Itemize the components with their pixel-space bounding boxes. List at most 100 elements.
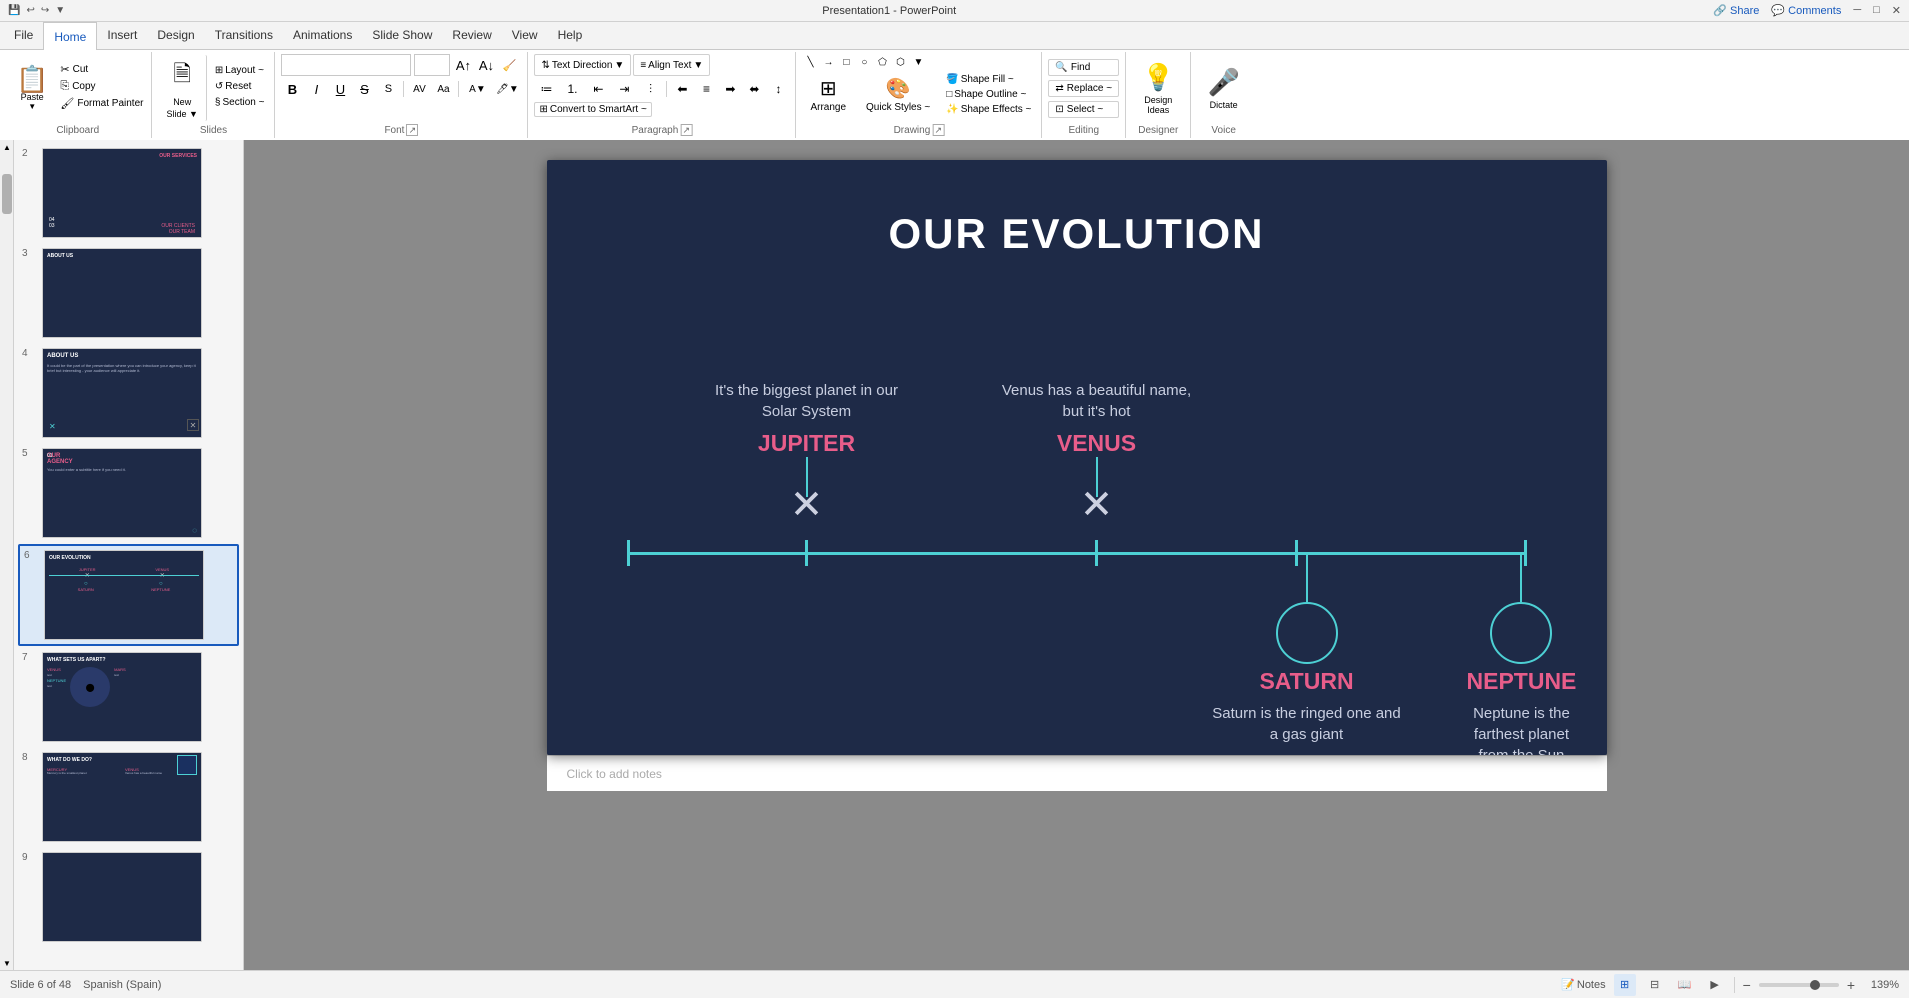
highlight-button[interactable]: 🖊▼ (493, 79, 521, 99)
slide-thumb-9[interactable]: 9 (18, 848, 239, 946)
venus-name: VENUS (997, 430, 1197, 457)
design-ideas-button[interactable]: 💡 DesignIdeas (1132, 58, 1184, 119)
tab-review[interactable]: Review (442, 21, 501, 49)
line-shape[interactable]: ╲ (802, 54, 818, 70)
voice-label: Voice (1211, 125, 1235, 136)
font-family-input[interactable] (281, 54, 411, 76)
tab-view[interactable]: View (502, 21, 548, 49)
notes-button[interactable]: 📝 Notes (1561, 978, 1605, 991)
tab-insert[interactable]: Insert (97, 21, 147, 49)
align-left-button[interactable]: ⬅ (671, 79, 693, 99)
share-button[interactable]: 🔗 Share (1713, 4, 1759, 17)
columns-button[interactable]: ⫶ (638, 79, 662, 99)
slide-thumb-2[interactable]: 2 OUR SERVICES 03 04 OUR CLIENTS OUR TEA… (18, 144, 239, 242)
drawing-group: ╲ → □ ○ ⬠ ⬡ ▼ ⊞ Arrange 🎨 Quick Styles ~ (796, 52, 1042, 138)
slide4-delete[interactable]: ✕ (187, 419, 199, 431)
zoom-thumb[interactable] (1810, 980, 1820, 990)
font-size-input[interactable]: 36 (414, 54, 450, 76)
cut-button[interactable]: ✂ Cut (56, 62, 147, 77)
panel-scrollbar[interactable]: ▲ ▼ (0, 140, 14, 970)
layout-button[interactable]: ⊞Layout ~ (211, 64, 269, 77)
tab-animations[interactable]: Animations (283, 21, 362, 49)
reset-button[interactable]: ↺Reset (211, 80, 269, 93)
slide-thumb-4[interactable]: 4 ABOUT US It could be the part of the p… (18, 344, 239, 442)
bullets-button[interactable]: ≔ (534, 79, 558, 99)
format-painter-button[interactable]: 🖌 Format Painter (56, 96, 147, 111)
indent-decrease-button[interactable]: ⇤ (586, 79, 610, 99)
notes-bar[interactable]: Click to add notes (547, 755, 1607, 791)
find-button[interactable]: 🔍Find (1048, 59, 1119, 76)
font-color-button[interactable]: A▼ (463, 79, 491, 99)
slide-thumb-5[interactable]: 5 OURAGENCY 01 You could enter a subtitl… (18, 444, 239, 542)
neptune-name: NEPTUNE (1467, 668, 1577, 695)
slides-label: Slides (200, 125, 227, 136)
venus-description: Venus has a beautiful name, but it's hot (1002, 382, 1191, 420)
replace-button[interactable]: ⇄Replace ~ (1048, 80, 1119, 97)
slide-thumb-7[interactable]: 7 WHAT SETS US APART? VENUS text NEPTUNE… (18, 648, 239, 746)
rect-shape[interactable]: □ (838, 54, 854, 70)
char-spacing-button[interactable]: AV (408, 79, 430, 99)
zoom-level[interactable]: 139% (1863, 979, 1899, 991)
italic-button[interactable]: I (305, 79, 327, 99)
zoom-in-button[interactable]: + (1847, 977, 1855, 993)
reading-view-button[interactable]: 📖 (1674, 974, 1696, 996)
align-text-button[interactable]: ≡Align Text▼ (633, 54, 710, 76)
dictate-button[interactable]: 🎤 Dictate (1197, 63, 1249, 114)
justify-button[interactable]: ⬌ (743, 79, 765, 99)
slideshow-button[interactable]: ▶ (1704, 974, 1726, 996)
slide-thumb-6[interactable]: 6 OUR EVOLUTION JUPITER ✕ (18, 544, 239, 646)
slide-sorter-button[interactable]: ⊟ (1644, 974, 1666, 996)
comments-button[interactable]: 💬 Comments (1771, 4, 1841, 17)
shadow-button[interactable]: S (377, 79, 399, 99)
zoom-out-button[interactable]: − (1743, 977, 1751, 993)
saturn-name: SATURN (1207, 668, 1407, 695)
line-spacing-button[interactable]: ↕ (767, 79, 789, 99)
shape-fill-button[interactable]: 🪣Shape Fill ~ (942, 73, 1035, 86)
clipboard-label: Clipboard (56, 125, 99, 136)
copy-button[interactable]: ⎘ Copy (56, 79, 147, 94)
scroll-up-arrow[interactable]: ▲ (0, 140, 14, 154)
saturn-description: Saturn is the ringed one and a gas giant (1212, 705, 1400, 743)
convert-smartart-button[interactable]: ⊞Convert to SmartArt ~ (534, 102, 651, 117)
align-right-button[interactable]: ➡ (719, 79, 741, 99)
align-center-button[interactable]: ≡ (695, 79, 717, 99)
slide-thumb-3[interactable]: 3 ABOUT US (18, 244, 239, 342)
shape-effects-button[interactable]: ✨Shape Effects ~ (942, 103, 1035, 116)
slide-info: Slide 6 of 48 (10, 979, 71, 991)
strikethrough-button[interactable]: S (353, 79, 375, 99)
paste-button[interactable]: 📋 Paste ▼ (8, 54, 56, 122)
hexagon-shape[interactable]: ⬡ (892, 54, 908, 70)
pentagon-shape[interactable]: ⬠ (874, 54, 890, 70)
select-button[interactable]: ⊡Select ~ (1048, 101, 1119, 118)
numbering-button[interactable]: 1. (560, 79, 584, 99)
more-shapes[interactable]: ▼ (910, 54, 926, 70)
tab-help[interactable]: Help (548, 21, 593, 49)
clear-format-button[interactable]: 🧹 (499, 54, 519, 76)
decrease-font-button[interactable]: A↓ (476, 54, 496, 76)
normal-view-button[interactable]: ⊞ (1614, 974, 1636, 996)
arrow-shape[interactable]: → (820, 54, 836, 70)
change-case-button[interactable]: Aa (432, 79, 454, 99)
increase-font-button[interactable]: A↑ (453, 54, 473, 76)
new-slide-button[interactable]: 🗎 New Slide ▼ (158, 55, 206, 121)
slide-thumb-8[interactable]: 8 WHAT DO WE DO? MERCURY Mercury is the … (18, 748, 239, 846)
scroll-down-arrow[interactable]: ▼ (0, 956, 14, 970)
bold-button[interactable]: B (281, 79, 303, 99)
section-button[interactable]: §Section ~ (211, 96, 269, 109)
quick-styles-button[interactable]: 🎨 Quick Styles ~ (858, 74, 938, 115)
shape-outline-button[interactable]: □Shape Outline ~ (942, 88, 1035, 101)
ellipse-shape[interactable]: ○ (856, 54, 872, 70)
underline-button[interactable]: U (329, 79, 351, 99)
arrange-button[interactable]: ⊞ Arrange (802, 74, 854, 115)
tab-home[interactable]: Home (43, 22, 97, 50)
indent-increase-button[interactable]: ⇥ (612, 79, 636, 99)
tab-slideshow[interactable]: Slide Show (362, 21, 442, 49)
jupiter-description: It's the biggest planet in our Solar Sys… (715, 382, 898, 420)
tab-design[interactable]: Design (147, 21, 204, 49)
scroll-thumb[interactable] (2, 174, 12, 214)
tab-transitions[interactable]: Transitions (205, 21, 283, 49)
text-direction-button[interactable]: ⇅Text Direction▼ (534, 54, 631, 76)
tab-file[interactable]: File (4, 21, 43, 49)
zoom-slider[interactable] (1759, 983, 1839, 987)
neptune-item: NEPTUNE Neptune is the farthest planet f… (1467, 552, 1577, 755)
